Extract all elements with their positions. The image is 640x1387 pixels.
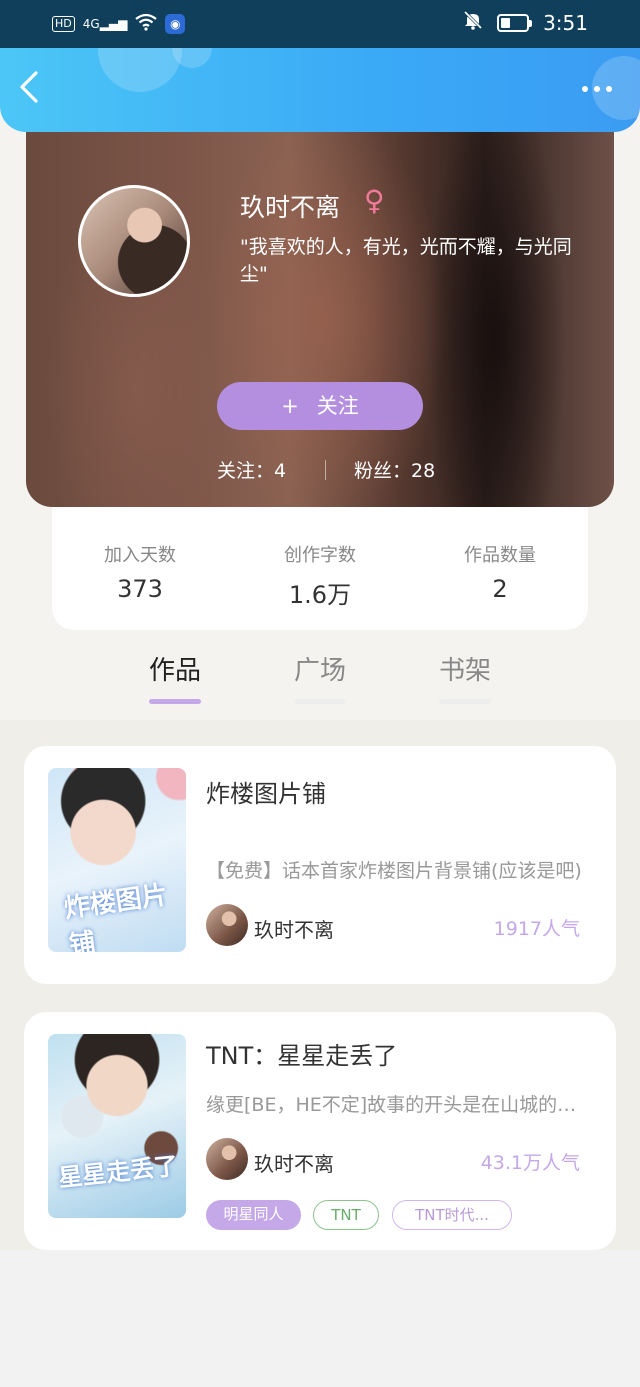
tab-works[interactable]: 作品 [125, 650, 225, 704]
stat-work-count: 作品数量 2 [464, 545, 536, 603]
author-name: 玖时不离 [254, 1152, 334, 1176]
username: 玖时不离 [240, 193, 341, 222]
fans-count[interactable]: 粉丝：28 [354, 456, 435, 483]
work-description: 缘更[BE，HE不定]故事的开头是在山城的小巷 [206, 1094, 588, 1116]
tab-bar: 作品 广场 书架 [0, 630, 640, 720]
tag-item[interactable]: TNT时代... [392, 1200, 512, 1230]
work-description: 【免费】话本首家炸楼图片背景铺(应该是吧) [206, 860, 582, 882]
author-avatar [206, 904, 248, 946]
more-button[interactable] [582, 86, 612, 92]
cover-image: 星星走丢了 [48, 1034, 186, 1218]
stat-word-count: 创作字数 1.6万 [284, 545, 356, 609]
battery-icon [497, 13, 533, 32]
popularity: 1917人气 [493, 918, 580, 940]
chevron-left-icon [20, 71, 38, 103]
bottom-area [0, 1250, 640, 1387]
signature: "我喜欢的人，有光，光而不耀，与光同尘" [240, 236, 572, 285]
work-title: 炸楼图片铺 [206, 780, 326, 808]
mute-bell-icon [463, 10, 483, 35]
list-item[interactable]: 星星走丢了 TNT：星星走丢了 缘更[BE，HE不定]故事的开头是在山城的小巷 … [24, 1012, 616, 1250]
signal-icon: 4G▂▄▆ [82, 17, 128, 31]
bulb-icon: ◉ [165, 14, 186, 34]
stat-join-days: 加入天数 373 [104, 545, 176, 603]
hd-icon: HD [52, 16, 75, 32]
tab-square[interactable]: 广场 [270, 650, 370, 704]
back-button[interactable] [18, 70, 54, 110]
popularity: 43.1万人气 [480, 1152, 580, 1174]
cover-image: 炸楼图片铺 [48, 768, 186, 952]
list-item[interactable]: 炸楼图片铺 炸楼图片铺 【免费】话本首家炸楼图片背景铺(应该是吧) 玖时不离 1… [24, 746, 616, 984]
tag-item[interactable]: 明星同人 [206, 1200, 301, 1230]
top-nav-bar [0, 48, 640, 132]
status-time: 3:51 [543, 10, 588, 35]
author-name: 玖时不离 [254, 918, 334, 942]
tab-indicator [149, 699, 201, 704]
tab-bookshelf[interactable]: 书架 [415, 650, 515, 704]
female-icon: ♀ [364, 184, 385, 217]
follow-button[interactable]: + 关注 [217, 382, 423, 430]
works-list: 炸楼图片铺 炸楼图片铺 【免费】话本首家炸楼图片背景铺(应该是吧) 玖时不离 1… [0, 720, 640, 1250]
profile-header: 玖时不离 ♀ "我喜欢的人，有光，光而不耀，与光同尘" + 关注 关注：4 粉丝：… [26, 110, 614, 507]
author-avatar [206, 1138, 248, 1180]
plus-icon: + [281, 394, 299, 418]
following-count[interactable]: 关注：4 [217, 456, 286, 483]
avatar[interactable] [78, 185, 190, 297]
follow-label: 关注 [316, 394, 359, 418]
divider [325, 460, 326, 480]
tag-item[interactable]: TNT [313, 1200, 379, 1230]
stats-card: 加入天数 373 创作字数 1.6万 作品数量 2 [52, 497, 588, 630]
more-dots-icon [582, 86, 588, 92]
status-bar: HD 4G▂▄▆ ◉ 3:51 [0, 0, 640, 48]
wifi-icon [135, 12, 158, 36]
work-title: TNT：星星走丢了 [206, 1042, 398, 1070]
